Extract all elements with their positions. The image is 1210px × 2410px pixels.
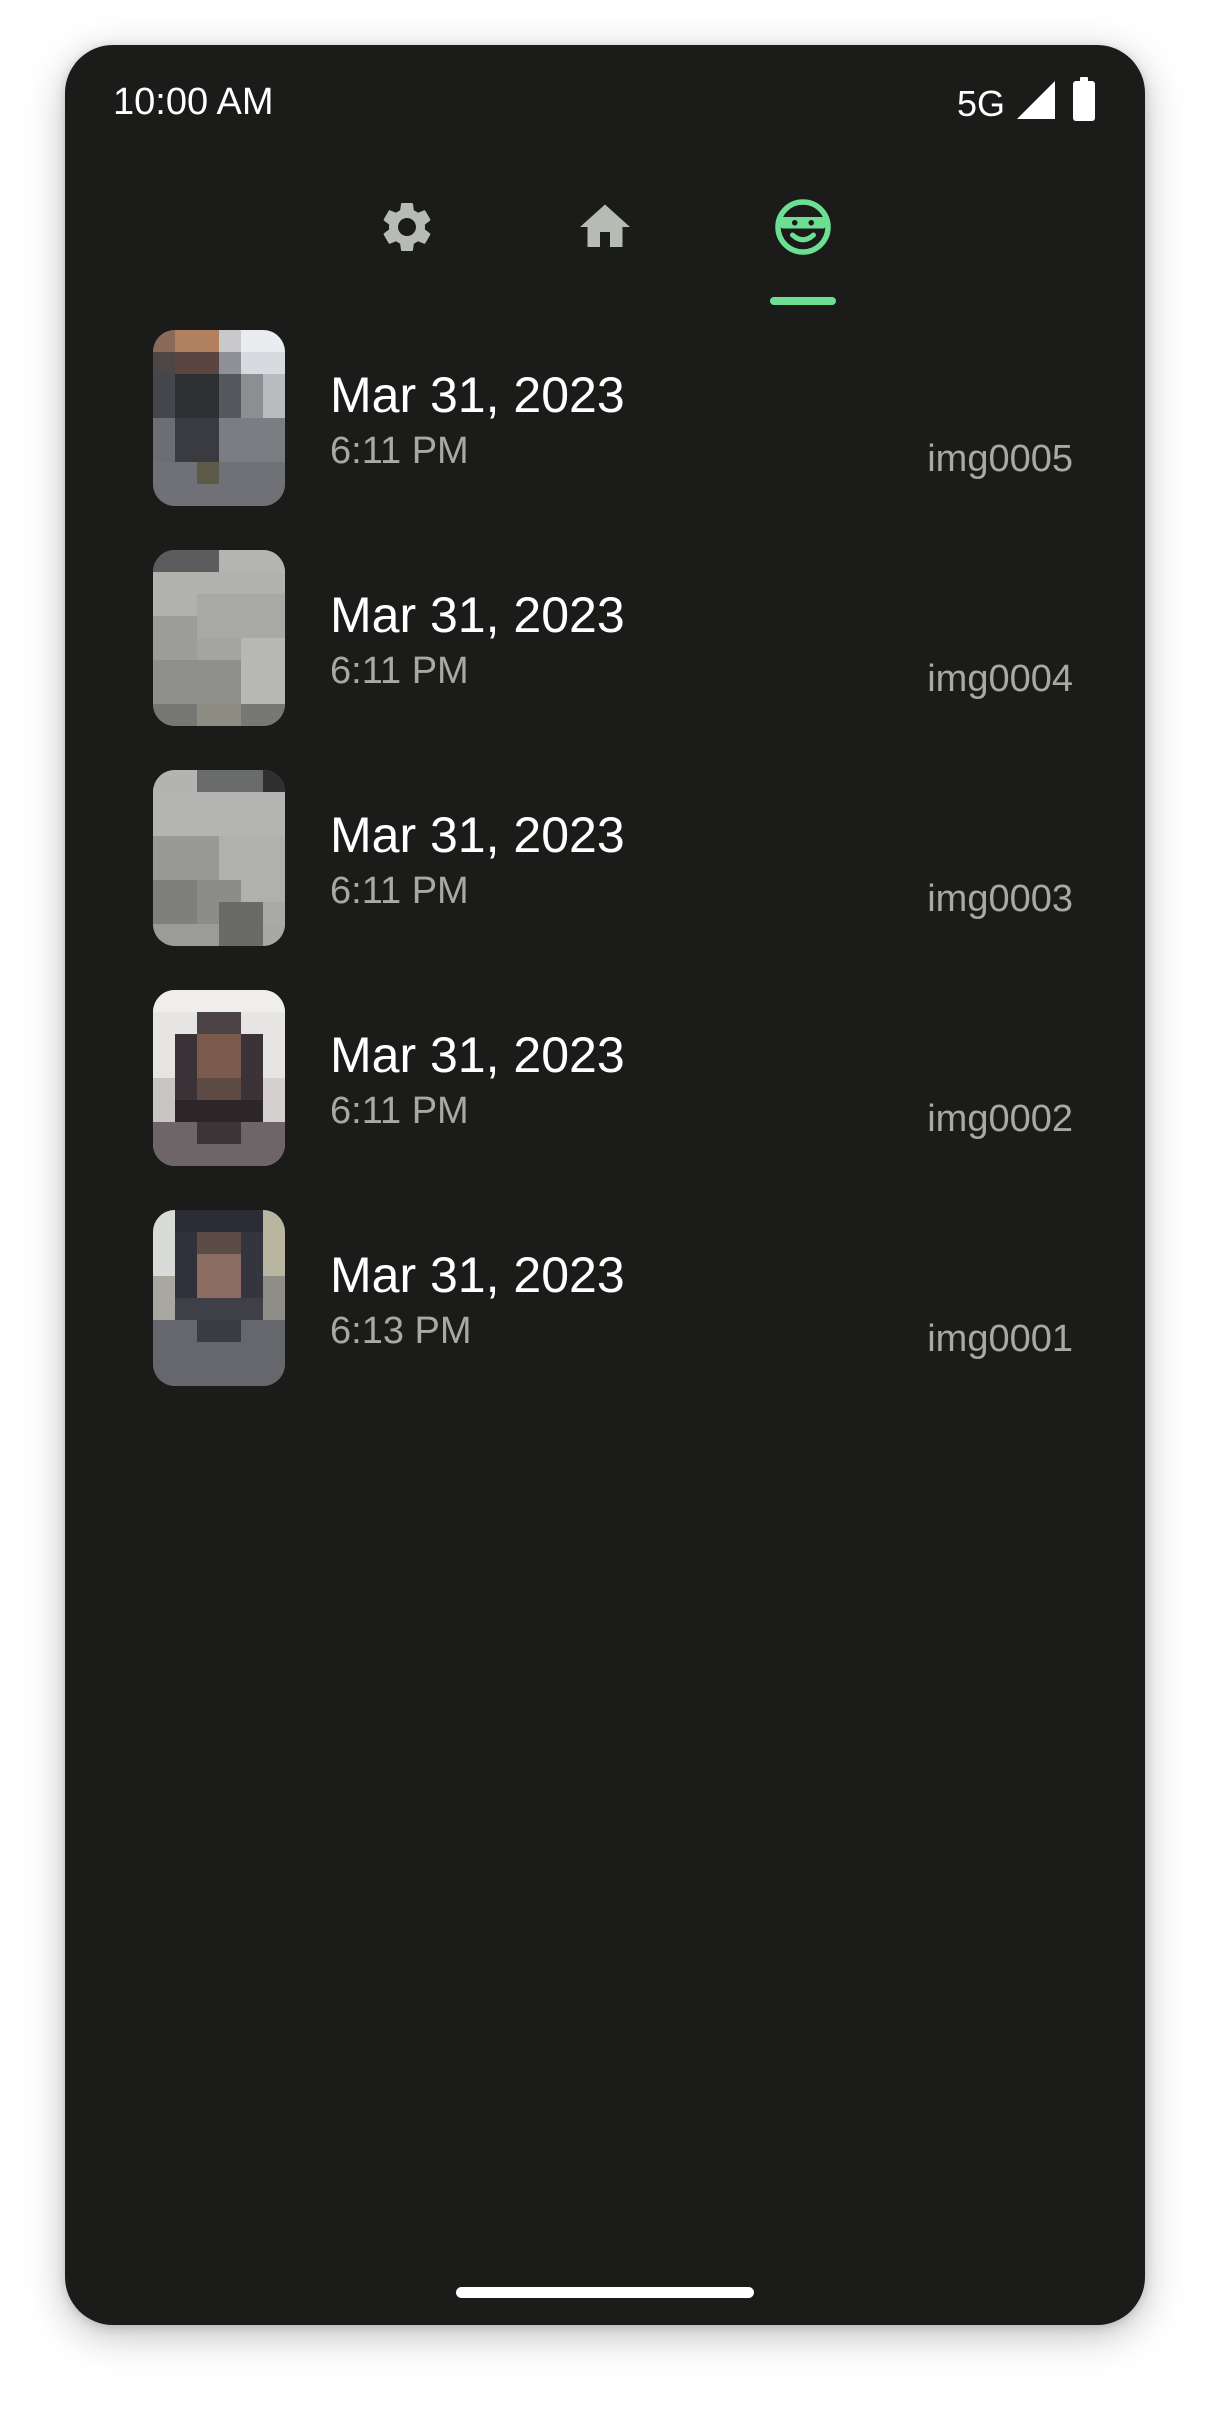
- list-item[interactable]: Mar 31, 2023 6:11 PM img0005: [153, 330, 1073, 506]
- image-time: 6:11 PM: [330, 430, 469, 472]
- home-icon: [580, 204, 630, 247]
- status-time: 10:00 AM: [113, 81, 274, 123]
- image-filename: img0004: [927, 658, 1073, 700]
- list-item[interactable]: Mar 31, 2023 6:11 PM img0004: [153, 550, 1073, 726]
- image-date: Mar 31, 2023: [330, 587, 625, 643]
- gear-icon: [383, 203, 431, 251]
- image-time: 6:11 PM: [330, 870, 469, 912]
- image-time: 6:11 PM: [330, 1090, 469, 1132]
- status-bar: 10:00 AM 5G: [65, 45, 1145, 155]
- image-time: 6:11 PM: [330, 650, 469, 692]
- network-type: 5G: [956, 83, 1005, 124]
- battery-icon: [1073, 77, 1095, 121]
- image-thumbnail: [153, 1210, 285, 1386]
- image-thumbnail: [153, 990, 285, 1166]
- list-item[interactable]: Mar 31, 2023 6:11 PM img0002: [153, 990, 1073, 1166]
- image-filename: img0005: [927, 438, 1073, 480]
- incognito-face-icon: [775, 199, 831, 255]
- image-filename: img0002: [927, 1098, 1073, 1140]
- image-thumbnail: [153, 550, 285, 726]
- signal-icon: [1017, 81, 1055, 119]
- list-item[interactable]: Mar 31, 2023 6:13 PM img0001: [153, 1210, 1073, 1386]
- selected-tab-indicator: [770, 297, 836, 305]
- image-thumbnail: [153, 770, 285, 946]
- image-filename: img0001: [927, 1318, 1073, 1360]
- home-gesture-bar[interactable]: [456, 2287, 754, 2298]
- image-date: Mar 31, 2023: [330, 807, 625, 863]
- tab-anonymize[interactable]: [743, 185, 863, 315]
- image-date: Mar 31, 2023: [330, 1247, 625, 1303]
- image-filename: img0003: [927, 878, 1073, 920]
- image-date: Mar 31, 2023: [330, 367, 625, 423]
- tab-settings[interactable]: [347, 185, 467, 315]
- image-time: 6:13 PM: [330, 1310, 472, 1352]
- list-item[interactable]: Mar 31, 2023 6:11 PM img0003: [153, 770, 1073, 946]
- image-thumbnail: [153, 330, 285, 506]
- tab-bar: [65, 185, 1145, 315]
- tab-home[interactable]: [545, 185, 665, 315]
- phone-screen: 10:00 AM 5G Mar 31, 2023 6:11 PM img0005…: [65, 45, 1145, 2325]
- image-date: Mar 31, 2023: [330, 1027, 625, 1083]
